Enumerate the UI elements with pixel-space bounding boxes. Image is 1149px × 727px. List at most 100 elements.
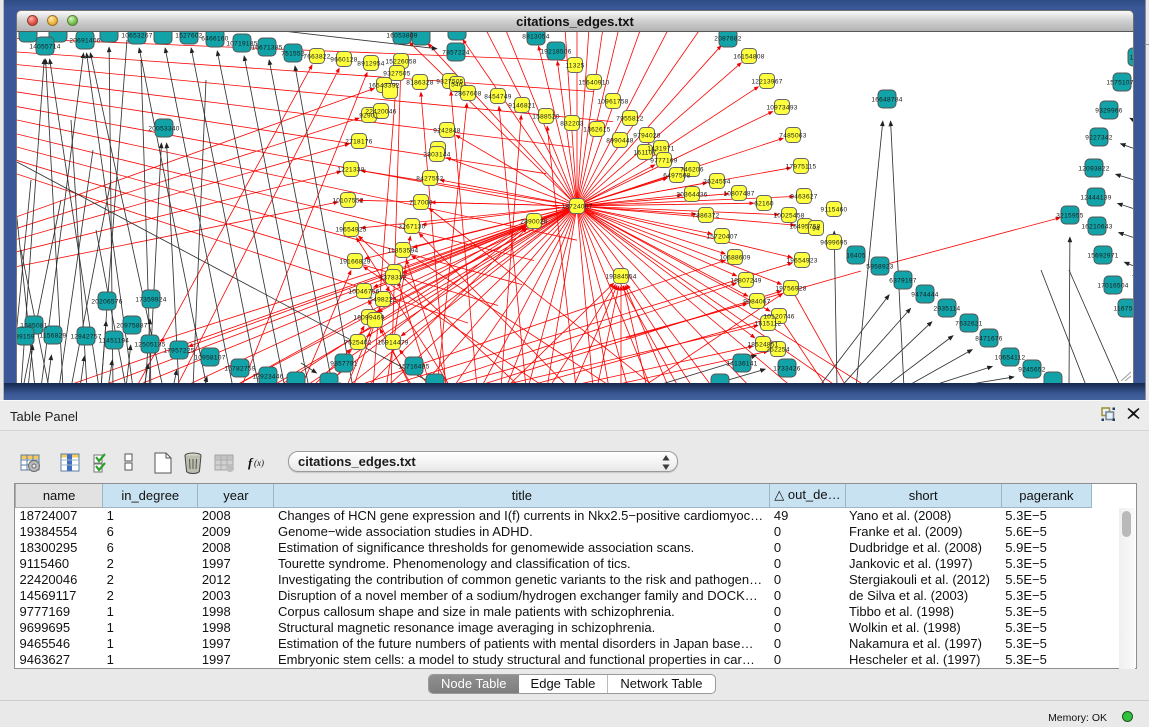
svg-text:12505135: 12505135 xyxy=(134,341,165,348)
svg-text:2718176: 2718176 xyxy=(345,138,372,145)
svg-text:1585081: 1585081 xyxy=(20,322,47,329)
svg-text:2867608: 2867608 xyxy=(454,90,481,97)
svg-text:16053809: 16053809 xyxy=(386,32,417,39)
svg-text:1615112: 1615112 xyxy=(755,320,782,327)
svg-text:94: 94 xyxy=(812,225,820,232)
svg-text:19166829: 19166829 xyxy=(339,258,370,265)
svg-text:9794028: 9794028 xyxy=(633,132,660,139)
svg-text:9146821: 9146821 xyxy=(508,102,535,109)
svg-text:6466160: 6466160 xyxy=(201,35,228,42)
svg-text:19218506: 19218506 xyxy=(540,48,571,55)
svg-text:161107: 161107 xyxy=(633,149,656,156)
svg-text:5958923: 5958923 xyxy=(866,263,893,270)
svg-text:16648784: 16648784 xyxy=(871,96,902,103)
svg-text:9474444: 9474444 xyxy=(911,291,938,298)
svg-text:9329966: 9329966 xyxy=(1095,107,1122,114)
svg-text:62160: 62160 xyxy=(754,200,774,207)
svg-text:15640910: 15640910 xyxy=(578,79,609,86)
svg-text:16210643: 16210643 xyxy=(1081,223,1112,230)
svg-text:7955812: 7955812 xyxy=(616,115,643,122)
svg-text:18807249: 18807249 xyxy=(730,277,761,284)
svg-text:1117: 1117 xyxy=(1130,54,1134,61)
svg-text:9227342: 9227342 xyxy=(1085,134,1112,141)
svg-text:39159: 39159 xyxy=(17,333,35,340)
svg-text:11353594: 11353594 xyxy=(388,247,419,254)
svg-text:9327505: 9327505 xyxy=(383,70,410,77)
svg-text:1221338: 1221338 xyxy=(337,166,364,173)
svg-text:12093822: 12093822 xyxy=(1078,165,1109,172)
svg-text:252254: 252254 xyxy=(766,346,790,353)
svg-text:2935114: 2935114 xyxy=(934,305,961,312)
svg-text:1733426: 1733426 xyxy=(773,365,800,372)
svg-text:12923446: 12923446 xyxy=(252,373,283,380)
svg-text:2803144: 2803144 xyxy=(423,151,450,158)
svg-text:1527602: 1527602 xyxy=(175,32,202,39)
svg-text:7625402: 7625402 xyxy=(344,339,371,346)
svg-text:8990448: 8990448 xyxy=(606,137,633,144)
svg-text:9857791: 9857791 xyxy=(330,360,357,367)
svg-text:7485063: 7485063 xyxy=(779,132,806,139)
svg-text:9242848: 9242848 xyxy=(433,127,460,134)
svg-text:6379197: 6379197 xyxy=(889,277,916,284)
svg-text:8454749: 8454749 xyxy=(484,93,511,100)
svg-text:10107552: 10107552 xyxy=(332,197,363,204)
svg-text:10807487: 10807487 xyxy=(723,190,754,197)
svg-text:8378332: 8378332 xyxy=(379,274,406,281)
svg-text:9777169: 9777169 xyxy=(650,157,677,164)
svg-text:15720407: 15720407 xyxy=(706,233,737,240)
svg-text:751552: 751552 xyxy=(281,50,305,57)
svg-text:10025458: 10025458 xyxy=(773,212,804,219)
svg-text:20364436: 20364436 xyxy=(676,191,707,198)
svg-text:15716485: 15716485 xyxy=(398,363,429,370)
svg-text:16914479: 16914479 xyxy=(377,339,408,346)
svg-text:1156829: 1156829 xyxy=(40,332,67,339)
svg-text:7663822: 7663822 xyxy=(303,53,330,60)
svg-text:546: 546 xyxy=(451,81,463,88)
svg-text:9660128: 9660128 xyxy=(330,56,357,63)
svg-text:9115460: 9115460 xyxy=(821,206,848,213)
svg-text:22420046: 22420046 xyxy=(365,108,396,115)
svg-text:1588520: 1588520 xyxy=(532,113,559,120)
svg-text:3624554: 3624554 xyxy=(703,178,730,185)
svg-text:20053340: 20053340 xyxy=(148,125,179,132)
svg-text:6497568: 6497568 xyxy=(663,172,690,179)
svg-text:7886372: 7886372 xyxy=(692,212,719,219)
svg-text:15226058: 15226058 xyxy=(385,58,416,65)
svg-text:9463627: 9463627 xyxy=(790,193,817,200)
svg-text:1362615: 1362615 xyxy=(583,126,610,133)
svg-text:14136141: 14136141 xyxy=(726,360,757,367)
svg-text:16405: 16405 xyxy=(846,252,866,259)
svg-text:19654923: 19654923 xyxy=(786,257,817,264)
svg-text:12942757: 12942757 xyxy=(70,333,101,340)
svg-text:9245652: 9245652 xyxy=(1018,366,1045,373)
svg-text:10961758: 10961758 xyxy=(597,98,628,105)
svg-text:2087682: 2087682 xyxy=(714,35,741,42)
svg-text:717008: 717008 xyxy=(409,199,433,206)
svg-text:20206576: 20206576 xyxy=(91,298,122,305)
svg-text:11325: 11325 xyxy=(565,62,584,69)
svg-text:19756928: 19756928 xyxy=(775,285,806,292)
svg-text:19384554: 19384554 xyxy=(605,273,636,280)
svg-text:12444139: 12444139 xyxy=(1080,194,1111,201)
svg-text:17359924: 17359924 xyxy=(135,296,166,303)
svg-text:10958107: 10958107 xyxy=(194,354,225,361)
svg-text:12213967: 12213967 xyxy=(751,78,782,85)
svg-text:3215955: 3215955 xyxy=(1056,212,1083,219)
svg-text:17975115: 17975115 xyxy=(786,163,817,170)
svg-text:832203: 832203 xyxy=(560,120,584,127)
svg-text:19654925: 19654925 xyxy=(335,226,366,233)
svg-text:10688609: 10688609 xyxy=(719,254,750,261)
svg-text:16671385: 16671385 xyxy=(251,44,282,51)
svg-text:20691406: 20691406 xyxy=(69,37,100,44)
svg-text:8912954: 8912954 xyxy=(357,60,384,67)
svg-text:8813054: 8813054 xyxy=(522,33,549,40)
svg-text:3267130: 3267130 xyxy=(398,223,425,230)
svg-text:11451194: 11451194 xyxy=(99,337,129,344)
svg-text:2890028: 2890028 xyxy=(520,218,547,225)
svg-text:9699695: 9699695 xyxy=(820,239,847,246)
svg-text:15751074: 15751074 xyxy=(1106,79,1134,86)
svg-text:10120746: 10120746 xyxy=(763,313,794,320)
svg-text:20975887: 20975887 xyxy=(116,322,147,329)
svg-text:10653267: 10653267 xyxy=(121,32,152,39)
svg-text:16154808: 16154808 xyxy=(733,53,764,60)
